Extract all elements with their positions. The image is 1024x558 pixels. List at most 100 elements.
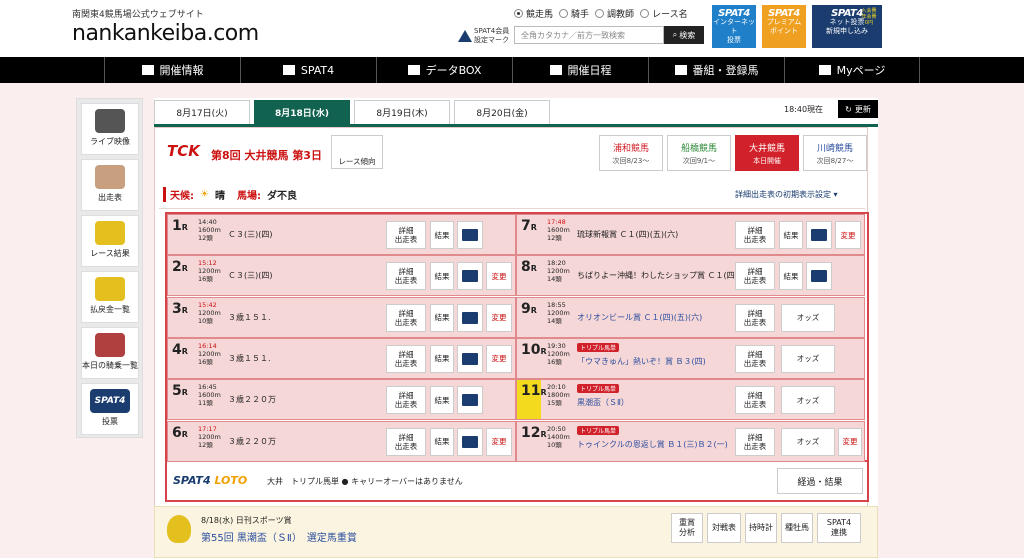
tv-button[interactable] bbox=[806, 262, 832, 291]
sidebar-item-0[interactable]: ライブ映像 bbox=[81, 103, 139, 155]
tab-date-3[interactable]: 8月20日(金) bbox=[454, 100, 550, 124]
spat4-banner[interactable]: SPAT4 プレミアム ポイント bbox=[762, 5, 806, 48]
result-button[interactable]: 結果 bbox=[779, 221, 803, 249]
featured-button-2[interactable]: 持時計 bbox=[745, 513, 777, 543]
radio-option[interactable]: 競走馬 bbox=[514, 7, 553, 20]
race-number[interactable]: 8R bbox=[521, 259, 537, 275]
race-name[interactable]: 琉球新報賞 Ｃ１(四)(五)(六) bbox=[577, 229, 678, 240]
detail-entry-button[interactable]: 詳細 出走表 bbox=[386, 262, 426, 291]
race-name[interactable]: ３歳１５１. bbox=[228, 353, 271, 364]
radio-option[interactable]: 調教師 bbox=[595, 7, 634, 20]
search-input[interactable]: 全角カタカナ／前方一致検索 bbox=[514, 26, 664, 44]
race-number[interactable]: 7R bbox=[521, 218, 537, 234]
race-name[interactable]: Ｃ３(三)(四) bbox=[228, 229, 272, 240]
spat4-banner[interactable]: SPAT4 ネット投票 新規申し込み 入会費 年会費 0円 bbox=[812, 5, 882, 48]
tv-button[interactable] bbox=[806, 221, 832, 249]
venue-tab-1[interactable]: 船橋競馬 次回9/1～ bbox=[667, 135, 731, 171]
race-number[interactable]: 5R bbox=[172, 383, 188, 399]
nav-item-0[interactable]: 開催情報 bbox=[104, 57, 240, 83]
featured-button-0[interactable]: 重賞 分析 bbox=[671, 513, 703, 543]
race-number[interactable]: 1R bbox=[172, 218, 188, 234]
nav-item-4[interactable]: 番組・登録馬 bbox=[648, 57, 784, 83]
sidebar-item-1[interactable]: 出走表 bbox=[81, 159, 139, 211]
change-button[interactable]: 変更 bbox=[838, 427, 862, 456]
odds-button[interactable]: オッズ bbox=[781, 303, 835, 332]
result-button[interactable]: 結果 bbox=[430, 262, 454, 291]
tv-button[interactable] bbox=[457, 344, 483, 373]
race-name[interactable]: Ｃ３(三)(四) bbox=[228, 270, 272, 281]
race-trend-button[interactable]: レース傾向 bbox=[331, 135, 383, 169]
tv-button[interactable] bbox=[457, 262, 483, 291]
detail-entry-button[interactable]: 詳細 出走表 bbox=[735, 386, 775, 415]
odds-button[interactable]: オッズ bbox=[781, 427, 835, 456]
tv-button[interactable] bbox=[457, 427, 483, 456]
odds-button[interactable]: オッズ bbox=[781, 344, 835, 373]
tv-button[interactable] bbox=[457, 303, 483, 332]
change-button[interactable]: 変更 bbox=[486, 262, 512, 291]
detail-settings-link[interactable]: 詳細出走表の初期表示設定 ▾ bbox=[735, 189, 838, 200]
sidebar-item-2[interactable]: レース結果 bbox=[81, 215, 139, 267]
race-name[interactable]: 「ウマきゅん」熱いぞ！賞 Ｂ３(四) bbox=[577, 356, 706, 367]
venue-tab-0[interactable]: 浦和競馬 次回8/23～ bbox=[599, 135, 663, 171]
nav-item-5[interactable]: Myページ bbox=[784, 57, 920, 83]
refresh-button[interactable]: ↻ 更新 bbox=[838, 100, 878, 118]
tv-button[interactable] bbox=[457, 386, 483, 415]
venue-tab-3[interactable]: 川崎競馬 次回8/27～ bbox=[803, 135, 867, 171]
race-number[interactable]: 6R bbox=[172, 425, 188, 441]
race-number[interactable]: 12R bbox=[521, 425, 547, 441]
nav-item-3[interactable]: 開催日程 bbox=[512, 57, 648, 83]
tab-date-0[interactable]: 8月17日(火) bbox=[154, 100, 250, 124]
result-button[interactable]: 結果 bbox=[430, 427, 454, 456]
change-button[interactable]: 変更 bbox=[486, 427, 512, 456]
featured-button-4[interactable]: SPAT4 連携 bbox=[817, 513, 861, 543]
detail-entry-button[interactable]: 詳細 出走表 bbox=[735, 303, 775, 332]
sidebar-item-5[interactable]: SPAT4 投票 bbox=[81, 383, 139, 435]
sidebar-item-4[interactable]: 本日の騎乗一覧 bbox=[81, 327, 139, 379]
loto-result-button[interactable]: 経過・結果 bbox=[777, 468, 863, 494]
tab-date-2[interactable]: 8月19日(木) bbox=[354, 100, 450, 124]
detail-entry-button[interactable]: 詳細 出走表 bbox=[386, 303, 426, 332]
tab-date-1[interactable]: 8月18日(水) bbox=[254, 100, 350, 124]
result-button[interactable]: 結果 bbox=[779, 262, 803, 291]
featured-button-3[interactable]: 種牡馬 bbox=[781, 513, 813, 543]
race-name[interactable]: 黒潮盃（ＳⅡ） bbox=[577, 397, 629, 408]
nav-item-2[interactable]: データBOX bbox=[376, 57, 512, 83]
result-button[interactable]: 結果 bbox=[430, 386, 454, 415]
spat4-banner[interactable]: SPAT4 インターネット 投票 bbox=[712, 5, 756, 48]
race-name[interactable]: ３歳１５１. bbox=[228, 312, 271, 323]
odds-button[interactable]: オッズ bbox=[781, 386, 835, 415]
race-number[interactable]: 2R bbox=[172, 259, 188, 275]
detail-entry-button[interactable]: 詳細 出走表 bbox=[386, 386, 426, 415]
change-button[interactable]: 変更 bbox=[486, 303, 512, 332]
detail-entry-button[interactable]: 詳細 出走表 bbox=[735, 262, 775, 291]
venue-tab-2[interactable]: 大井競馬 本日開催 bbox=[735, 135, 799, 171]
radio-option[interactable]: 騎手 bbox=[559, 7, 589, 20]
detail-entry-button[interactable]: 詳細 出走表 bbox=[386, 344, 426, 373]
radio-option[interactable]: レース名 bbox=[640, 7, 688, 20]
change-button[interactable]: 変更 bbox=[486, 344, 512, 373]
detail-entry-button[interactable]: 詳細 出走表 bbox=[386, 221, 426, 249]
race-name[interactable]: オリオンビール賞 Ｃ１(四)(五)(六) bbox=[577, 312, 702, 323]
race-number[interactable]: 10R bbox=[521, 342, 547, 358]
race-number[interactable]: 11R bbox=[521, 383, 547, 399]
result-button[interactable]: 結果 bbox=[430, 221, 454, 249]
race-number[interactable]: 4R bbox=[172, 342, 188, 358]
race-name[interactable]: トゥインクルの恩返し賞 Ｂ１(三)Ｂ２(一) bbox=[577, 439, 728, 450]
result-button[interactable]: 結果 bbox=[430, 303, 454, 332]
sidebar-item-3[interactable]: 払戻金一覧 bbox=[81, 271, 139, 323]
detail-entry-button[interactable]: 詳細 出走表 bbox=[735, 344, 775, 373]
race-name[interactable]: ３歳２２０万 bbox=[228, 394, 276, 405]
detail-entry-button[interactable]: 詳細 出走表 bbox=[735, 427, 775, 456]
result-button[interactable]: 結果 bbox=[430, 344, 454, 373]
change-button[interactable]: 変更 bbox=[835, 221, 861, 249]
detail-entry-button[interactable]: 詳細 出走表 bbox=[386, 427, 426, 456]
tv-button[interactable] bbox=[457, 221, 483, 249]
nav-item-1[interactable]: SPAT4 bbox=[240, 57, 376, 83]
race-number[interactable]: 9R bbox=[521, 301, 537, 317]
featured-button-1[interactable]: 対戦表 bbox=[707, 513, 741, 543]
detail-entry-button[interactable]: 詳細 出走表 bbox=[735, 221, 775, 249]
site-logo[interactable]: nankankeiba.com bbox=[72, 21, 259, 46]
search-button[interactable]: ⌕ 検索 bbox=[664, 26, 704, 44]
race-name[interactable]: ３歳２２０万 bbox=[228, 436, 276, 447]
race-number[interactable]: 3R bbox=[172, 301, 188, 317]
